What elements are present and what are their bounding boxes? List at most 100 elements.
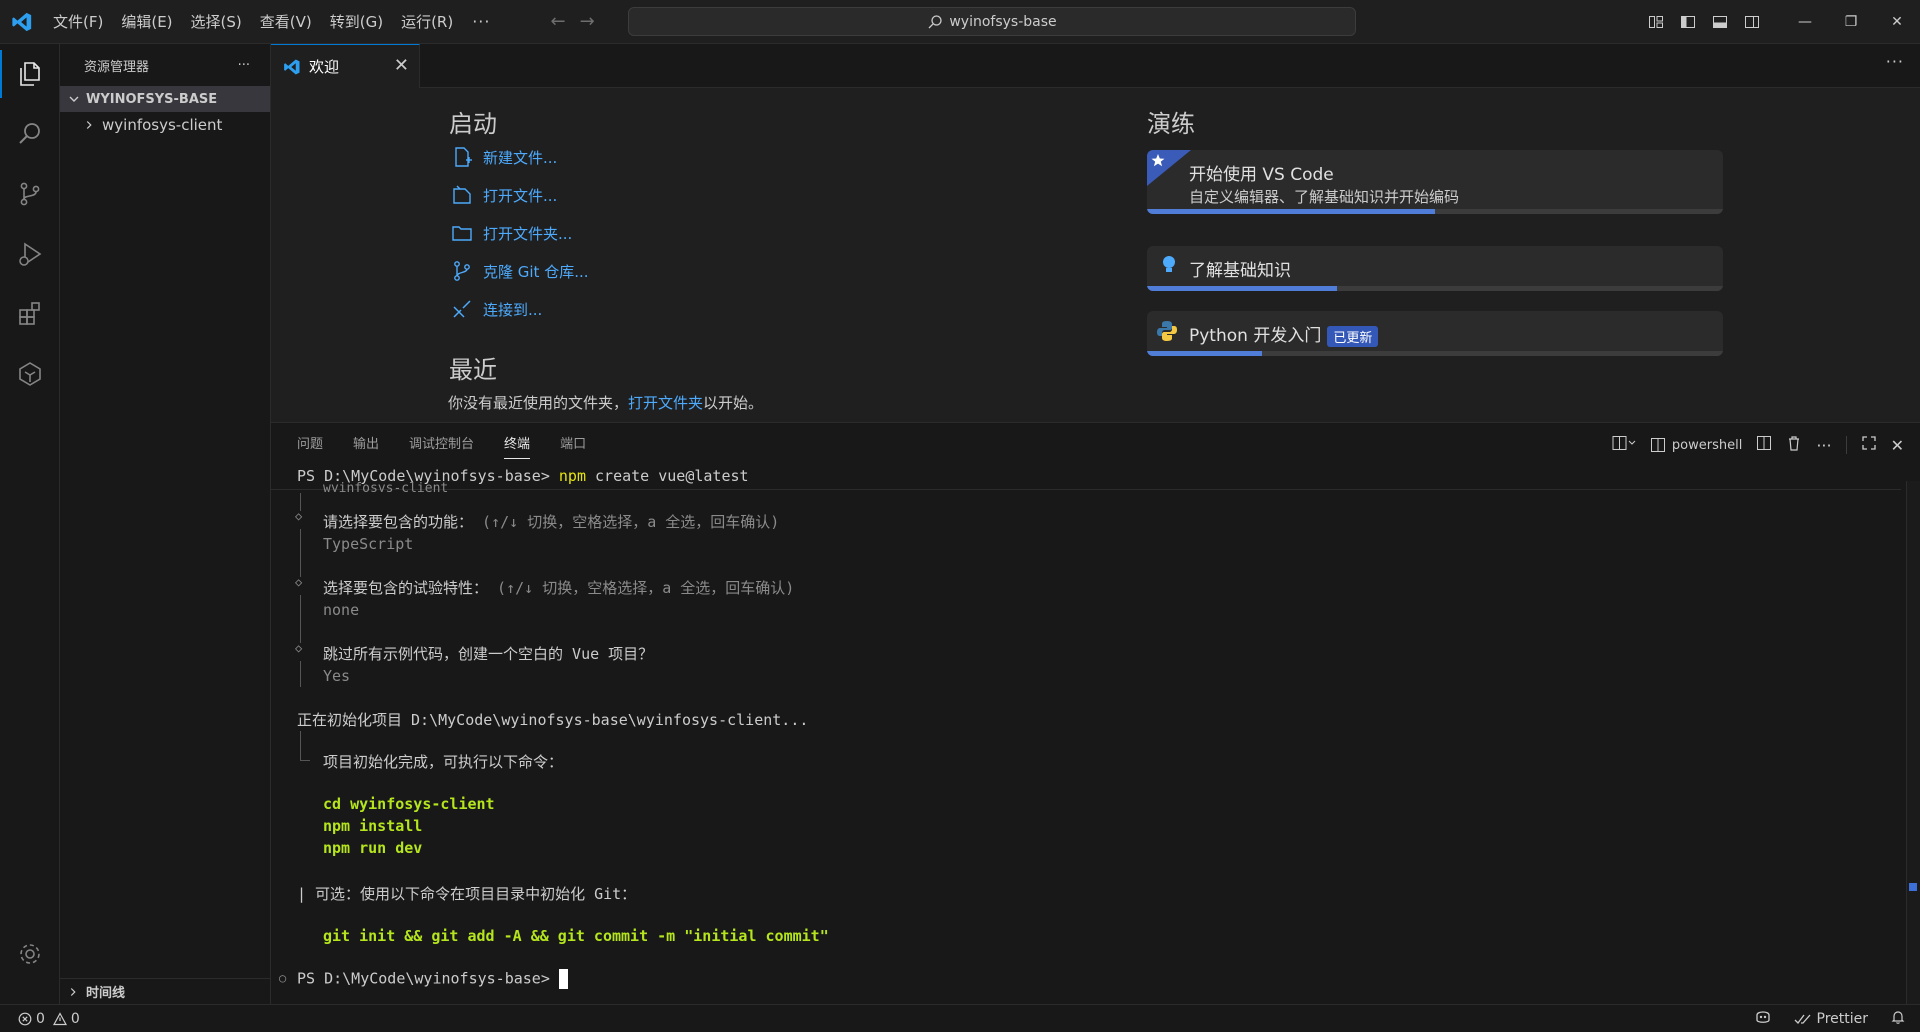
workspace-root-folder[interactable]: WYINOFSYS-BASE [60,86,270,112]
terminal-line-question1: 请选择要包含的功能： (↑/↓ 切换，空格选择，a 全选，回车确认) [323,511,779,532]
status-bar: 0 0 Prettier [0,1004,1920,1032]
walkthrough-card-fundamentals[interactable]: 了解基础知识 [1147,246,1723,291]
welcome-page: 启动 新建文件... 打开文件... 打开文件夹... 克隆 Git 仓库...… [271,88,1920,422]
bell-icon[interactable] [1890,1009,1906,1029]
walkthrough-desc-label: 自定义编辑器、了解基础知识并开始编码 [1189,188,1460,206]
terminal-line-clipped: wyinfosys-client [323,482,449,492]
open-folder-link[interactable]: 打开文件夹... [451,222,572,244]
tab-problems[interactable]: 问题 [297,423,323,467]
tab-ports[interactable]: 端口 [560,423,586,467]
connect-to-link[interactable]: 连接到... [451,298,542,320]
command-center-search[interactable]: wyinofsys-base [628,7,1356,36]
explorer-more-button[interactable]: ··· [238,58,250,73]
new-file-link[interactable]: 新建文件... [451,146,557,168]
restore-icon[interactable]: ❐ [1828,0,1874,44]
remote-explorer-icon[interactable] [0,344,60,404]
new-terminal-split-icon[interactable] [1612,435,1636,455]
extensions-icon[interactable] [0,284,60,344]
prettier-status[interactable]: Prettier [1794,1011,1869,1027]
terminal-scrollbar[interactable] [1906,481,1920,1009]
new-file-label: 新建文件... [483,148,558,167]
open-file-link[interactable]: 打开文件... [451,184,557,206]
maximize-panel-icon[interactable] [1861,435,1877,455]
menu-go[interactable]: 转到(G) [321,8,392,36]
tab-welcome[interactable]: 欢迎 ✕ [271,44,420,88]
tree-item-label: wyinfosys-client [102,116,223,134]
recent-prefix: 你没有最近使用的文件夹， [448,394,629,412]
close-panel-icon[interactable]: ✕ [1891,436,1904,455]
terminal-text: 请选择要包含的功能： [323,513,474,531]
timeline-section[interactable]: 时间线 [60,978,271,1004]
open-file-label: 打开文件... [483,186,558,205]
gear-icon[interactable] [0,924,60,984]
walkthrough-card-python[interactable]: Python 开发入门 已更新 [1147,311,1723,356]
menu-file[interactable]: 文件(F) [44,8,112,36]
vscode-logo-icon [284,59,300,74]
walkthrough-card-get-started[interactable]: 开始使用 VS Code 自定义编辑器、了解基础知识并开始编码 [1147,150,1723,214]
terminal-cmd-npm: npm [558,467,586,485]
chevron-right-icon [70,987,76,996]
terminal-line-optional: | 可选：使用以下命令在项目目录中初始化 Git： [297,885,637,903]
terminal-line-cmd-cd: cd wyinfosys-client [323,795,495,813]
toggle-panel-icon[interactable] [1704,0,1736,44]
editor-tabs: 欢迎 ✕ ··· [271,44,1920,88]
open-file-icon [453,185,471,204]
menu-run[interactable]: 运行(R) [392,8,462,36]
tab-output[interactable]: 输出 [353,423,379,467]
editor-more-button[interactable]: ··· [1886,52,1904,71]
chevron-down-icon [69,96,79,102]
problems-status[interactable]: 0 0 [0,1011,80,1027]
title-right-controls: — ❐ ✕ [1640,0,1920,44]
tree-folder-wyinfosys-client[interactable]: wyinfosys-client [60,112,270,138]
menu-selection[interactable]: 选择(S) [182,8,251,36]
minimize-icon[interactable]: — [1782,0,1828,44]
forward-arrow-icon[interactable]: → [580,11,595,32]
customize-layout-icon[interactable] [1640,0,1672,44]
menu-view[interactable]: 查看(V) [251,8,321,36]
recent-open-folder-link[interactable]: 打开文件夹 [628,394,703,412]
terminal-line-answer1: TypeScript [323,535,414,553]
error-icon [18,1012,32,1025]
prettier-label: Prettier [1816,1011,1869,1027]
close-window-icon[interactable]: ✕ [1874,0,1920,44]
recent-title: 最近 [449,356,497,384]
terminal-line-prompt: PS D:\MyCode\wyinofsys-base> [297,969,568,989]
command-status-circle-icon: ○ [279,971,287,985]
search-icon[interactable] [0,104,60,164]
warning-count: 0 [70,1010,80,1027]
copilot-icon[interactable] [1754,1009,1772,1029]
close-icon[interactable]: ✕ [394,55,409,76]
start-title: 启动 [449,110,497,138]
terminal-cursor [558,969,568,989]
terminal-line-cmd-dev: npm run dev [323,839,423,857]
toggle-secondary-sidebar-icon[interactable] [1736,0,1768,44]
new-file-icon [455,147,472,167]
back-arrow-icon[interactable]: ← [550,11,565,32]
run-debug-icon[interactable] [0,224,60,284]
clone-git-link[interactable]: 克隆 Git 仓库... [451,260,589,282]
menu-edit[interactable]: 编辑(E) [112,8,181,36]
terminal-text: 选择要包含的试验特性： [323,579,489,597]
tab-terminal[interactable]: 终端 [504,423,531,467]
tab-debug-console[interactable]: 调试控制台 [409,423,474,467]
trash-icon[interactable] [1786,435,1802,455]
menu-bar: 文件(F) 编辑(E) 选择(S) 查看(V) 转到(G) 运行(R) ··· [44,0,500,44]
walkthrough-progress [1147,351,1723,356]
source-control-icon[interactable] [0,164,60,224]
terminal-hint: (↑/↓ 切换，空格选择，a 全选，回车确认) [482,513,780,531]
split-terminal-icon[interactable] [1756,435,1772,455]
progress-fill [1147,351,1263,356]
terminal-output[interactable]: PS D:\MyCode\wyinofsys-base> npm create … [271,467,1901,1005]
panel-more-button[interactable]: ··· [1816,436,1831,455]
terminal-instance-button[interactable]: powershell [1650,437,1742,453]
warning-icon [52,1011,67,1025]
star-badge-icon [1147,150,1191,186]
search-icon [928,14,942,28]
toggle-primary-sidebar-icon[interactable] [1672,0,1704,44]
diamond-icon: ◇ [295,509,303,523]
panel-actions: powershell ··· ✕ [1612,423,1904,467]
terminal-gutter [300,731,301,761]
tab-label: 欢迎 [309,58,340,76]
menu-more-button[interactable]: ··· [462,12,500,31]
explorer-icon[interactable] [0,44,60,104]
